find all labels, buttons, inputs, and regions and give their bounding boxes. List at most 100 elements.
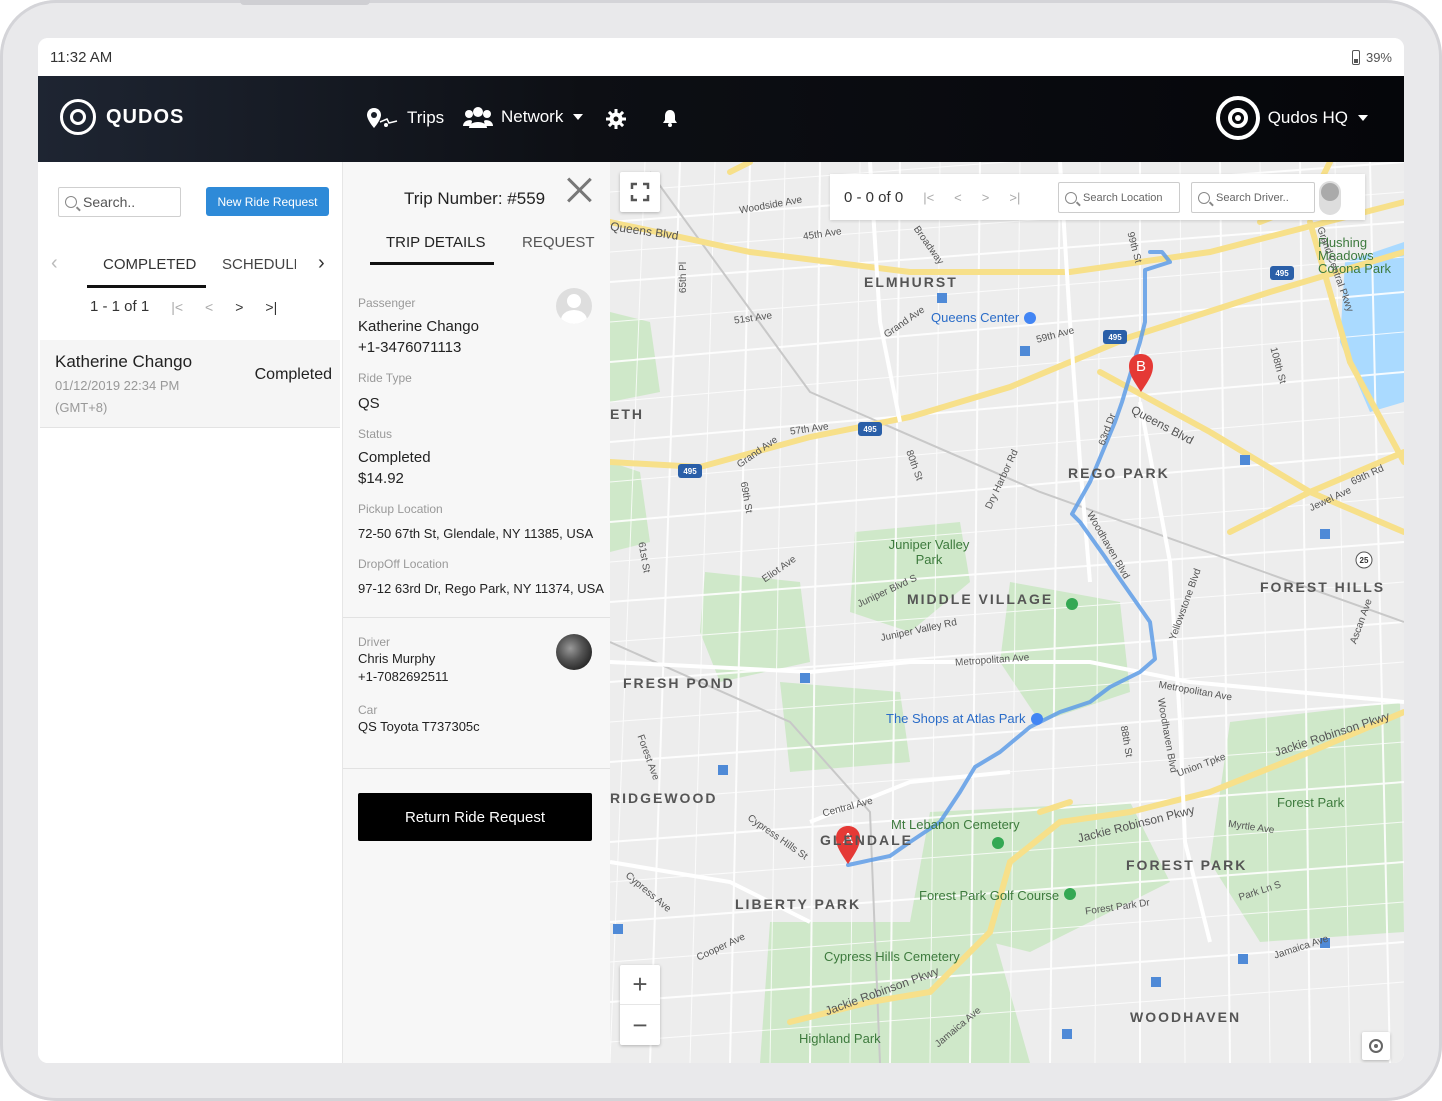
gear-icon <box>606 109 626 129</box>
users-icon <box>463 107 493 128</box>
map-pager-first-button[interactable]: |< <box>923 190 934 205</box>
map-label-highland-park: Highland Park <box>799 1031 881 1046</box>
pager-range: 1 - 1 of 1 <box>90 298 150 315</box>
map-label-eth: ETH <box>610 406 644 422</box>
zoom-in-button[interactable]: + <box>620 965 660 1005</box>
pickup-label: Pickup Location <box>358 502 443 516</box>
marker-b-label: B <box>1136 358 1146 375</box>
passenger-name: Katherine Chango <box>358 318 479 335</box>
shield-495-label: 495 <box>863 425 877 434</box>
pager-prev-button[interactable]: < <box>205 299 213 315</box>
tabs-scroll-right-icon[interactable]: › <box>318 252 325 275</box>
pager-last-button[interactable]: >| <box>265 299 277 315</box>
map-toolbar: 0 - 0 of 0 |< < > >| <box>830 174 1365 220</box>
search-icon <box>65 196 77 208</box>
nav-notifications[interactable] <box>662 109 678 127</box>
trip-search[interactable] <box>58 187 181 217</box>
search-location[interactable] <box>1058 182 1180 213</box>
search-location-input[interactable] <box>1083 191 1173 204</box>
map-label-juniper-valley-park: Juniper Valley Park <box>888 537 970 567</box>
map-label-fresh-pond: FRESH POND <box>623 675 735 691</box>
status-battery: 39% <box>1351 49 1392 65</box>
passenger-avatar-icon <box>556 288 592 324</box>
tab-trip-details[interactable]: TRIP DETAILS <box>386 234 485 251</box>
trip-number: Trip Number: #559 <box>404 189 546 208</box>
trip-list-item[interactable]: Katherine Chango 01/12/2019 22:34 PM (GM… <box>40 340 340 428</box>
chevron-down-icon <box>1358 115 1368 121</box>
status-time: 11:32 AM <box>50 48 113 66</box>
map-pager-next-button[interactable]: > <box>982 190 990 205</box>
search-driver-input[interactable] <box>1216 191 1306 204</box>
bell-icon <box>663 110 677 127</box>
shield-495-label: 495 <box>1108 333 1122 342</box>
car-value: QS Toyota T737305c <box>358 719 480 734</box>
trip-passenger-name: Katherine Chango <box>55 352 193 371</box>
map-pager-prev-button[interactable]: < <box>954 190 962 205</box>
fare-value: $14.92 <box>358 470 404 487</box>
pager-first-button[interactable]: |< <box>171 299 183 315</box>
search-driver[interactable] <box>1191 182 1315 213</box>
status-bar: 11:32 AM 39% <box>38 38 1404 76</box>
trip-datetime: 01/12/2019 22:34 PM <box>55 378 180 393</box>
map-fullscreen-button[interactable] <box>620 172 660 212</box>
nav-trips-label: Trips <box>407 108 445 127</box>
tab-completed[interactable]: COMPLETED <box>103 256 196 273</box>
map-label-65th-pl: 65th Pl <box>678 261 690 294</box>
map-label-liberty-park: LIBERTY PARK <box>735 896 862 912</box>
map-canvas: A B 495 495 495 495 25 <box>610 162 1404 1063</box>
map-label-forest-park-golf: Forest Park Golf Course <box>919 888 1060 903</box>
tab-request[interactable]: REQUEST <box>522 234 595 251</box>
top-navbar: QUDOS Trips Network Qudos HQ <box>38 76 1404 162</box>
map-pager-last-button[interactable]: >| <box>1009 190 1020 205</box>
tablet-frame: 11:32 AM 39% QUDOS Trips Network Qudos H… <box>0 0 1442 1101</box>
trip-timezone: (GMT+8) <box>55 400 108 415</box>
pickup-address: 72-50 67th St, Glendale, NY 11385, USA <box>358 526 594 541</box>
brand-name: QUDOS <box>106 105 185 128</box>
active-tab-indicator <box>370 262 494 265</box>
nav-network-label: Network <box>501 107 564 126</box>
account-name: Qudos HQ <box>1267 108 1348 127</box>
qudos-logo-icon <box>60 99 96 135</box>
tablet-power-button <box>240 0 370 5</box>
trip-list-panel: New Ride Request ‹ COMPLETED SCHEDULED ›… <box>38 162 343 1063</box>
tab-scheduled[interactable]: SCHEDULED <box>222 256 296 273</box>
account-menu[interactable]: Qudos HQ <box>1215 96 1368 140</box>
car-label: Car <box>358 703 378 717</box>
trip-map[interactable]: A B 495 495 495 495 25 ELMHURST ETH REGO… <box>610 162 1404 1063</box>
trip-search-input[interactable] <box>83 194 173 210</box>
status-label: Status <box>358 427 393 441</box>
map-pager-range: 0 - 0 of 0 <box>844 188 904 206</box>
driver-phone: +1-7082692511 <box>358 669 449 684</box>
search-icon <box>1065 191 1077 204</box>
map-label-mt-lebanon: Mt Lebanon Cemetery <box>891 817 1020 832</box>
new-ride-request-button[interactable]: New Ride Request <box>206 187 329 216</box>
brand-logo[interactable]: QUDOS <box>60 99 184 135</box>
dropoff-marker-b[interactable]: B <box>1129 354 1153 392</box>
nav-network[interactable]: Network <box>463 106 584 128</box>
ride-type-value: QS <box>358 395 380 412</box>
dropoff-label: DropOff Location <box>358 557 449 571</box>
active-tab-indicator <box>87 285 206 288</box>
trip-detail-panel: Trip Number: #559 TRIP DETAILS REQUEST P… <box>343 162 610 1063</box>
map-zoom-controls: + − <box>620 965 660 1045</box>
shield-495-label: 495 <box>683 467 697 476</box>
return-ride-request-button[interactable]: Return Ride Request <box>358 793 592 841</box>
map-label-cypress-hills-cemetery: Cypress Hills Cemetery <box>824 949 960 964</box>
tabs-scroll-left-icon[interactable]: ‹ <box>51 252 58 275</box>
map-label-woodhaven: WOODHAVEN <box>1130 1009 1242 1025</box>
passenger-label: Passenger <box>358 296 416 310</box>
nav-trips[interactable]: Trips <box>365 106 444 130</box>
map-toggle-switch[interactable] <box>1319 181 1341 215</box>
passenger-phone: +1-3476071113 <box>358 339 462 356</box>
zoom-out-button[interactable]: − <box>620 1005 660 1045</box>
map-label-elmhurst: ELMHURST <box>864 274 958 290</box>
close-icon[interactable] <box>565 176 593 204</box>
dropoff-address: 97-12 63rd Dr, Rego Park, NY 11374, USA <box>358 581 604 596</box>
map-label-shops-atlas-park: The Shops at Atlas Park <box>886 711 1026 726</box>
nav-settings[interactable] <box>606 109 626 129</box>
shield-495-label: 495 <box>1275 269 1289 278</box>
device-screen: 11:32 AM 39% QUDOS Trips Network Qudos H… <box>38 38 1404 1063</box>
my-location-button[interactable] <box>1362 1032 1390 1060</box>
map-pager: 0 - 0 of 0 |< < > >| <box>844 189 1020 206</box>
pager-next-button[interactable]: > <box>235 299 243 315</box>
